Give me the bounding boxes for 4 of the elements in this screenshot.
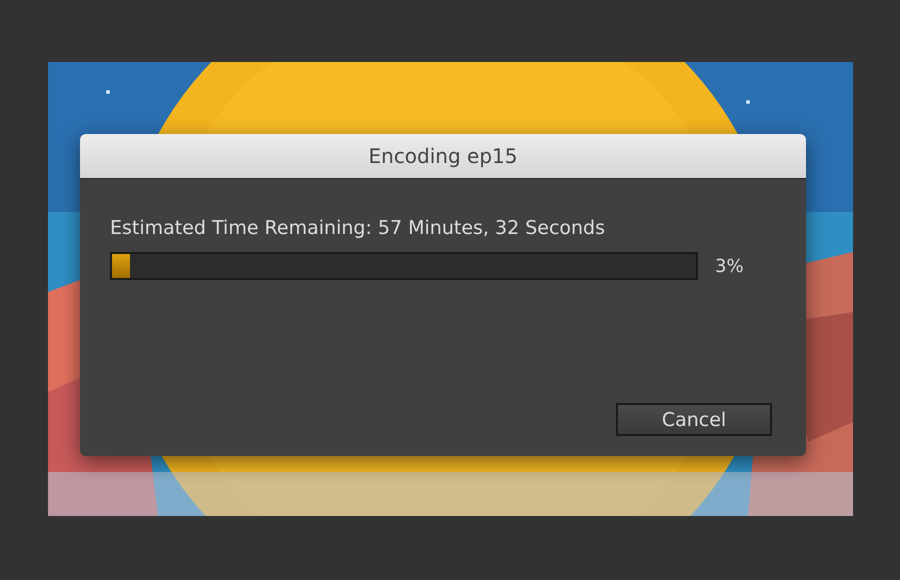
- progress-percent: 3%: [715, 256, 744, 276]
- time-remaining-text: Estimated Time Remaining: 57 Minutes, 32 Seconds: [110, 217, 606, 239]
- cancel-button[interactable]: Cancel: [616, 403, 772, 436]
- window-title: Encoding ep15: [368, 144, 518, 168]
